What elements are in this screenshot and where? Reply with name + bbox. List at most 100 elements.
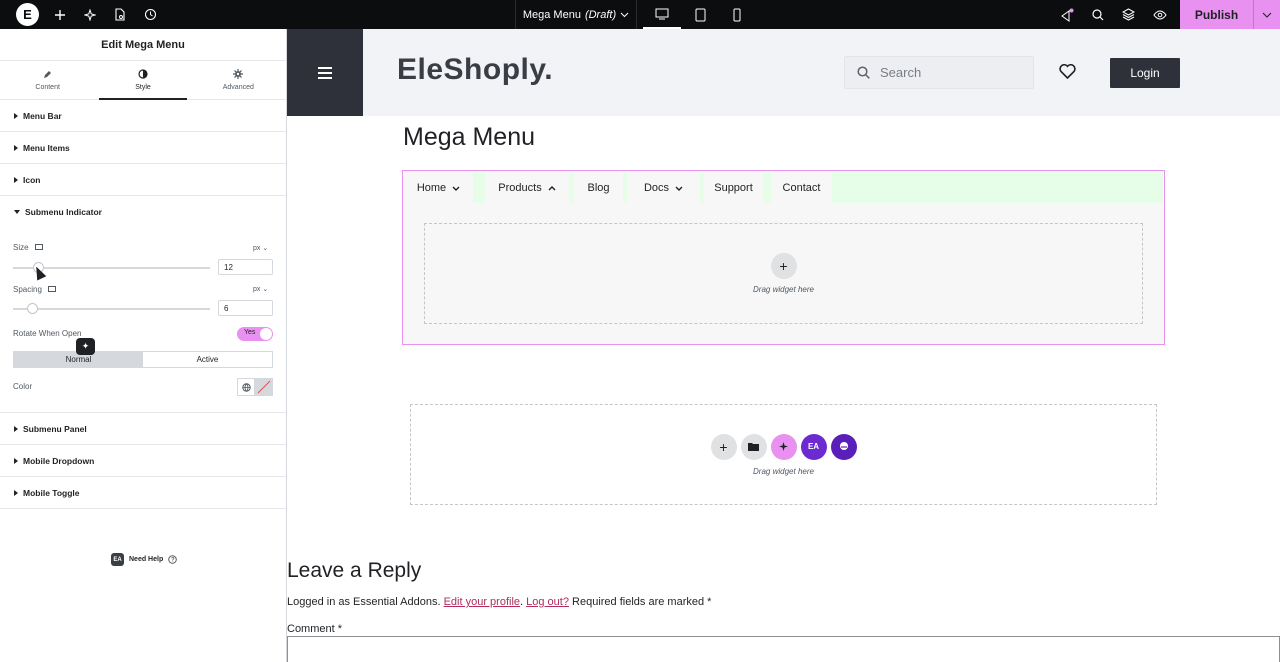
caret-down-icon (14, 210, 20, 214)
color-picker-swatch[interactable] (255, 378, 273, 396)
section-submenu-indicator[interactable]: Submenu Indicator (0, 196, 286, 228)
size-input[interactable]: 12 (218, 259, 273, 275)
section-menu-bar[interactable]: Menu Bar (0, 100, 286, 132)
page-canvas: EleShoply. Search Login Mega Menu Home P… (287, 29, 1280, 662)
ai-sparkle-icon[interactable] (770, 433, 797, 460)
spacing-slider[interactable] (13, 303, 210, 314)
menu-gap (763, 172, 771, 203)
mega-menu-widget[interactable]: Home Products Blog Docs Support Contact … (402, 170, 1165, 345)
tab-active[interactable]: Active (143, 352, 272, 367)
editor-topbar: E Mega Menu (Draft) Publish (0, 0, 1280, 29)
preview-eye-icon[interactable] (1151, 6, 1168, 23)
section-mobile-dropdown[interactable]: Mobile Dropdown (0, 445, 286, 477)
dropzone-label: Drag widget here (753, 285, 814, 294)
add-widget-button[interactable]: + (770, 253, 797, 279)
svg-text:?: ? (171, 558, 175, 564)
search-box[interactable]: Search (844, 56, 1034, 89)
publish-button[interactable]: Publish (1180, 0, 1253, 29)
search-input[interactable]: Search (880, 65, 921, 80)
caret-right-icon (14, 489, 18, 496)
tab-content[interactable]: Content (0, 61, 95, 99)
essential-addons-icon[interactable]: EA (800, 433, 827, 460)
toggle-label: Yes (244, 329, 256, 336)
tab-advanced-label: Advanced (222, 84, 254, 91)
menu-item-home[interactable]: Home (404, 172, 473, 203)
mobile-device-icon[interactable] (718, 0, 756, 29)
need-help-link[interactable]: EA Need Help ? (111, 553, 178, 566)
login-button[interactable]: Login (1110, 58, 1180, 88)
hamburger-menu-icon[interactable] (287, 29, 363, 116)
page-settings-icon[interactable] (111, 6, 128, 23)
menu-item-products[interactable]: Products (485, 172, 569, 203)
responsive-desktop-icon[interactable] (47, 286, 56, 293)
section-mobile-toggle[interactable]: Mobile Toggle (0, 477, 286, 509)
spacing-label: Spacing (13, 285, 56, 294)
section-icon[interactable]: Icon (0, 164, 286, 196)
template-library-icon[interactable] (740, 433, 767, 460)
chevron-down-icon (620, 12, 629, 17)
add-section-button[interactable]: + (710, 433, 737, 460)
section-label: Menu Items (23, 142, 70, 153)
desktop-device-icon[interactable] (643, 0, 681, 29)
toggle-knob (260, 328, 272, 340)
whats-new-icon[interactable] (1058, 6, 1075, 23)
publish-options-button[interactable] (1253, 0, 1280, 29)
global-colors-icon[interactable] (237, 378, 255, 396)
size-label: Size (13, 243, 43, 252)
chevron-up-icon (548, 182, 556, 194)
document-status: (Draft) (584, 8, 617, 21)
section-menu-items[interactable]: Menu Items (0, 132, 286, 164)
wishlist-heart-icon[interactable] (1059, 63, 1076, 84)
ea-logo-icon: EA (111, 553, 124, 566)
edit-profile-link[interactable]: Edit your profile (444, 596, 520, 608)
section-label: Submenu Indicator (25, 207, 102, 217)
layers-icon[interactable] (1120, 6, 1137, 23)
need-help-label: Need Help (129, 556, 164, 563)
tab-style[interactable]: Style (95, 61, 190, 100)
section-submenu-panel[interactable]: Submenu Panel (0, 413, 286, 445)
spacing-label-text: Spacing (13, 285, 42, 294)
menu-item-label: Contact (782, 181, 821, 194)
section-label: Icon (23, 174, 41, 185)
section-label: Submenu Panel (23, 423, 87, 434)
ai-assistant-icon[interactable]: ✦ (76, 338, 95, 355)
document-title-dropdown[interactable]: Mega Menu (Draft) (515, 0, 637, 29)
menu-item-label: Blog (587, 181, 610, 194)
chevron-down-icon (1262, 12, 1272, 18)
pencil-icon (43, 70, 52, 81)
search-icon[interactable] (1089, 6, 1106, 23)
color-label: Color (13, 382, 33, 391)
ai-sparkle-icon[interactable] (81, 6, 98, 23)
editor-panel: Edit Mega Menu Content Style Advanced Me… (0, 29, 287, 662)
tab-content-label: Content (35, 83, 60, 91)
add-element-icon[interactable] (51, 6, 68, 23)
chevron-down-icon (452, 182, 460, 194)
site-logo[interactable]: EleShoply. (397, 53, 553, 87)
spacing-slider-handle[interactable] (27, 303, 38, 314)
tablet-device-icon[interactable] (681, 0, 719, 29)
menu-item-contact[interactable]: Contact (771, 172, 832, 203)
size-unit-select[interactable]: px ⌄ (253, 244, 268, 252)
section-dropzone[interactable]: + EA Drag widget here (410, 404, 1157, 505)
menu-item-docs[interactable]: Docs (627, 172, 700, 203)
elementor-logo-icon[interactable]: E (16, 3, 39, 26)
color-controls (237, 378, 273, 396)
caret-right-icon (14, 112, 18, 119)
mega-menu-bar: Home Products Blog Docs Support Contact (404, 172, 1163, 203)
size-unit: px (253, 245, 261, 252)
spacing-unit: px (253, 286, 261, 293)
history-icon[interactable] (142, 6, 159, 23)
responsive-desktop-icon[interactable] (34, 244, 43, 251)
dropzone-actions: + EA (710, 433, 857, 460)
comment-textarea[interactable] (287, 636, 1280, 662)
spacing-unit-select[interactable]: px ⌄ (253, 285, 268, 293)
logout-link[interactable]: Log out? (526, 596, 569, 608)
rotate-toggle[interactable]: Yes (237, 327, 273, 341)
menu-item-blog[interactable]: Blog (574, 172, 623, 203)
spacing-input[interactable]: 6 (218, 300, 273, 316)
templately-icon[interactable] (830, 433, 857, 460)
logged-in-text: Logged in as Essential Addons. (287, 596, 441, 608)
submenu-dropzone[interactable]: + Drag widget here (424, 223, 1143, 324)
menu-item-support[interactable]: Support (704, 172, 763, 203)
tab-advanced[interactable]: Advanced (191, 61, 286, 99)
